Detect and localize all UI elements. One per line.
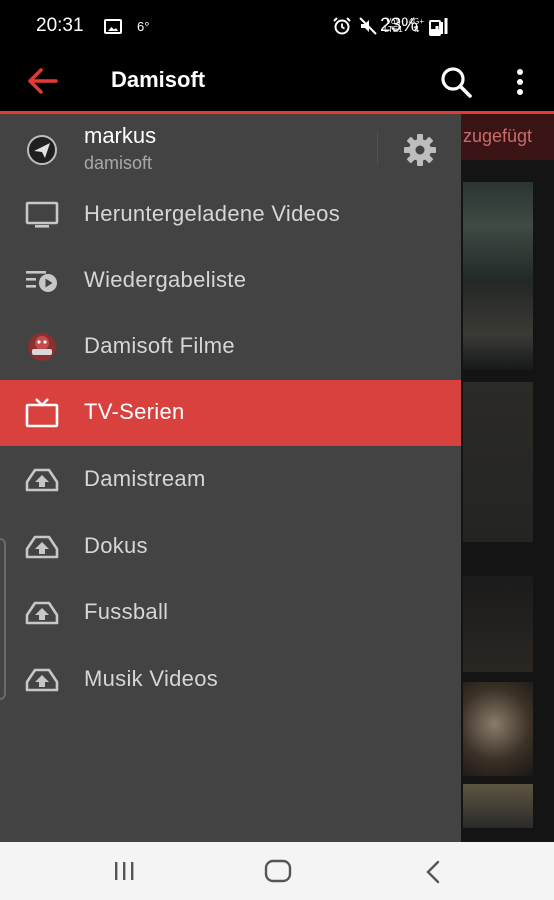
video-thumbnail — [463, 282, 533, 370]
cloud-upload-icon — [25, 601, 59, 625]
status-temperature: 6° — [137, 19, 150, 34]
status-time: 20:31 — [36, 15, 84, 36]
video-thumbnail — [463, 382, 533, 542]
drawer-item-playlist[interactable]: Wiedergabeliste — [0, 248, 461, 314]
nav-back-icon[interactable] — [420, 858, 446, 886]
cloud-upload-icon — [25, 535, 59, 559]
app-title: Damisoft — [111, 67, 206, 92]
damisoft-logo-icon — [28, 333, 56, 361]
account-row[interactable]: markus damisoft — [0, 114, 461, 182]
cloud-upload-icon — [25, 468, 59, 492]
alarm-icon — [333, 17, 351, 35]
recent-apps-icon[interactable] — [110, 859, 138, 883]
status-bar: 20:31 6° Vo)) LTE1 4G+ ⇅ 23% — [0, 0, 554, 54]
gallery-notification-icon — [104, 19, 122, 34]
send-badge-icon — [27, 135, 57, 165]
video-thumbnail — [463, 182, 533, 292]
tv-icon — [25, 398, 59, 428]
drawer-item-label: TV-Serien — [84, 399, 185, 424]
video-thumbnail — [463, 784, 533, 828]
drawer-item-dokus[interactable]: Dokus — [0, 514, 461, 580]
navigation-drawer: markus damisoft Heruntergeladene Videos … — [0, 114, 461, 842]
mute-icon — [359, 17, 377, 35]
drawer-item-label: Damisoft Filme — [84, 333, 235, 358]
system-nav-bar — [0, 842, 554, 900]
video-thumbnail — [463, 682, 533, 776]
drawer-item-label: Heruntergeladene Videos — [84, 201, 341, 226]
drawer-item-label: Wiedergabeliste — [84, 267, 247, 292]
downloads-tv-icon — [25, 201, 59, 228]
account-subtitle: damisoft — [84, 153, 153, 173]
drawer-item-label: Damistream — [84, 466, 206, 491]
drawer-item-downloads[interactable]: Heruntergeladene Videos — [0, 182, 461, 248]
more-vert-icon[interactable] — [508, 64, 532, 100]
search-icon[interactable] — [438, 64, 474, 100]
drawer-item-fussball[interactable]: Fussball — [0, 580, 461, 646]
drawer-item-damisoft-filme[interactable]: Damisoft Filme — [0, 314, 461, 380]
back-arrow-icon[interactable] — [26, 66, 60, 96]
drawer-item-label: Musik Videos — [84, 666, 219, 691]
divider — [377, 132, 378, 164]
cloud-upload-icon — [25, 668, 59, 692]
drawer-item-damistream[interactable]: Damistream — [0, 447, 461, 513]
battery-percent: 23% — [380, 15, 419, 36]
background-content: zugefügt — [461, 114, 554, 842]
drawer-item-tv-serien[interactable]: TV-Serien — [0, 380, 461, 446]
gear-icon[interactable] — [402, 132, 438, 168]
playlist-icon — [26, 271, 57, 292]
background-chip: zugefügt — [461, 114, 554, 160]
video-thumbnail — [463, 576, 533, 672]
battery-icon — [429, 20, 441, 36]
app-screen: 20:31 6° Vo)) LTE1 4G+ ⇅ 23% Damisoft zu… — [0, 0, 554, 900]
drawer-item-label: Fussball — [84, 599, 169, 624]
account-name: markus — [84, 123, 157, 148]
drawer-item-label: Dokus — [84, 533, 148, 558]
drawer-item-musik-videos[interactable]: Musik Videos — [0, 647, 461, 713]
app-bar: Damisoft — [0, 54, 554, 111]
home-icon[interactable] — [263, 856, 293, 886]
drawer-edge-handle[interactable] — [0, 538, 6, 700]
